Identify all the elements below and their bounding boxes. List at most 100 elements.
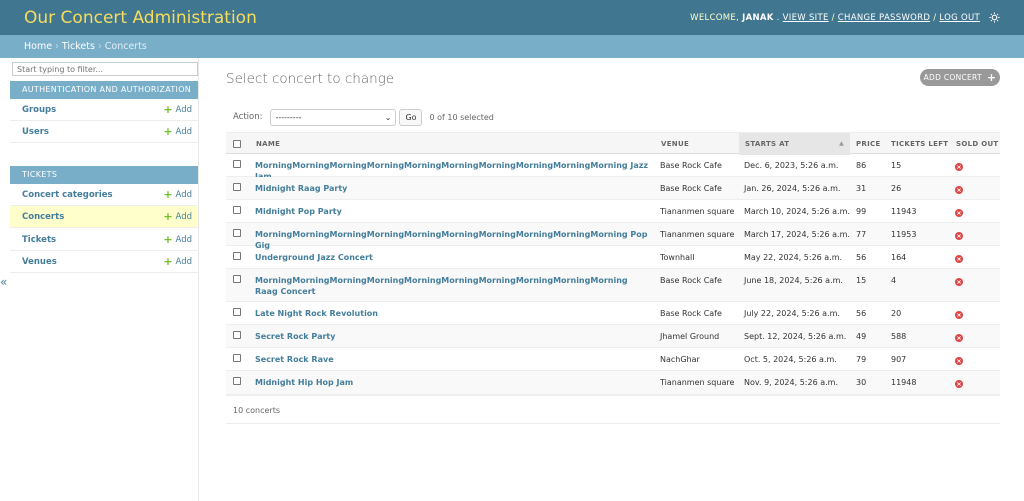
column-header-sold-out[interactable]: SOLD OUT [950, 133, 1000, 155]
breadcrumb-current: Concerts [104, 41, 147, 52]
table-header: NAME VENUE STARTS AT ▲ PRICE TICKETS LEF… [226, 132, 1000, 155]
column-header-price[interactable]: PRICE [850, 133, 885, 155]
row-checkbox[interactable] [233, 308, 241, 316]
app-caption-tickets[interactable]: TICKETS [10, 166, 198, 184]
action-counter: 0 of 10 selected [429, 112, 494, 122]
price-cell: 86 [856, 161, 867, 170]
add-users-link[interactable]: + Add [163, 124, 192, 138]
starts-at-cell: March 17, 2024, 5:26 a.m. [744, 230, 850, 239]
tickets-left-cell: 15 [891, 161, 902, 170]
welcome-text: WELCOME, [690, 12, 740, 23]
row-checkbox[interactable] [233, 229, 241, 237]
price-cell: 99 [856, 207, 867, 216]
action-label: Action: [233, 112, 263, 122]
tickets-left-cell: 907 [891, 355, 907, 364]
venue-cell: NachGhar [660, 355, 700, 364]
concert-name-link[interactable]: Underground Jazz Concert [255, 253, 373, 262]
tickets-left-cell: 26 [891, 184, 902, 193]
chevron-down-icon: ⌄ [384, 112, 392, 122]
row-checkbox[interactable] [233, 252, 241, 260]
sidebar-item-concert-categories: Concert categories + Add [10, 184, 198, 206]
concert-name-link[interactable]: Secret Rock Party [255, 332, 335, 341]
breadcrumb: Home › Tickets › Concerts [0, 35, 1024, 58]
false-icon: × [955, 357, 963, 365]
add-concert-button[interactable]: ADD CONCERT + [920, 69, 1000, 86]
plus-icon: + [163, 209, 173, 223]
user-tools: WELCOME, JANAK. VIEW SITE / CHANGE PASSW… [690, 12, 1000, 23]
breadcrumb-separator: › [97, 41, 102, 52]
add-tickets-link[interactable]: + Add [163, 232, 192, 246]
venue-cell: Townhall [660, 253, 695, 262]
row-checkbox[interactable] [233, 377, 241, 385]
separator: / [831, 12, 835, 23]
sort-ascending-icon[interactable]: ▲ [839, 133, 844, 155]
row-checkbox[interactable] [233, 160, 241, 168]
tickets-left-cell: 11948 [891, 378, 917, 387]
price-cell: 31 [856, 184, 867, 193]
column-header-tickets-left[interactable]: TICKETS LEFT [885, 133, 951, 155]
breadcrumb-separator: › [55, 41, 59, 52]
column-header-starts-at[interactable]: STARTS AT ▲ [739, 133, 850, 155]
tickets-left-cell: 11943 [891, 207, 917, 216]
price-cell: 49 [856, 332, 867, 341]
add-groups-link[interactable]: + Add [163, 102, 192, 116]
theme-toggle-icon[interactable] [989, 12, 1000, 23]
false-icon: × [955, 163, 963, 171]
concert-name-link[interactable]: Midnight Pop Party [255, 207, 342, 216]
venue-cell: Tiananmen square [660, 230, 735, 239]
sidebar-item-label[interactable]: Concerts [22, 212, 64, 222]
row-checkbox[interactable] [233, 354, 241, 362]
breadcrumb-home[interactable]: Home [24, 41, 52, 52]
concert-name-link[interactable]: MorningMorningMorningMorningMorningMorni… [255, 276, 628, 296]
column-header-venue[interactable]: VENUE [655, 133, 739, 155]
starts-at-cell: June 18, 2024, 5:26 a.m. [744, 276, 843, 285]
add-venues-link[interactable]: + Add [163, 254, 192, 268]
sidebar-item-users: Users + Add [10, 121, 198, 143]
app-caption-auth[interactable]: AUTHENTICATION AND AUTHORIZATION [10, 81, 198, 99]
starts-at-cell: Oct. 5, 2024, 5:26 a.m. [744, 355, 837, 364]
breadcrumb-tickets[interactable]: Tickets [62, 41, 95, 52]
page-title: Select concert to change [226, 71, 395, 87]
sidebar-item-label[interactable]: Users [22, 127, 49, 137]
concert-name-link[interactable]: Midnight Raag Party [255, 184, 347, 193]
plus-icon: + [163, 124, 173, 138]
row-checkbox[interactable] [233, 183, 241, 191]
plus-icon: + [163, 102, 173, 116]
price-cell: 79 [856, 355, 867, 364]
column-header-name[interactable]: NAME [250, 133, 656, 155]
false-icon: × [955, 232, 963, 240]
starts-at-cell: Jan. 26, 2024, 5:26 a.m. [744, 184, 841, 193]
plus-icon: + [986, 71, 997, 84]
table-row: Midnight Raag Party Base Rock Cafe Jan. … [226, 177, 1000, 200]
row-checkbox[interactable] [233, 331, 241, 339]
sidebar-item-groups: Groups + Add [10, 99, 198, 121]
sidebar-item-label[interactable]: Concert categories [22, 190, 113, 200]
view-site-link[interactable]: VIEW SITE [783, 13, 829, 23]
table-row: MorningMorningMorningMorningMorningMorni… [226, 223, 1000, 250]
plus-icon: + [163, 254, 173, 268]
sidebar-item-label[interactable]: Tickets [22, 235, 56, 245]
concert-name-link[interactable]: Secret Rock Rave [255, 355, 334, 364]
sidebar-item-label[interactable]: Venues [22, 257, 57, 267]
change-password-link[interactable]: CHANGE PASSWORD [838, 13, 930, 23]
row-checkbox[interactable] [233, 206, 241, 214]
starts-at-cell: Dec. 6, 2023, 5:26 a.m. [744, 161, 839, 170]
tickets-left-cell: 588 [891, 332, 907, 341]
venue-cell: Base Rock Cafe [660, 309, 722, 318]
nav-filter-input[interactable] [12, 62, 198, 76]
add-concert-categories-link[interactable]: + Add [163, 189, 192, 200]
row-checkbox[interactable] [233, 275, 241, 283]
false-icon: × [955, 380, 963, 388]
concert-name-link[interactable]: Late Night Rock Revolution [255, 309, 378, 318]
sidebar-collapse-toggle[interactable]: « [0, 275, 7, 289]
go-button[interactable]: Go [399, 108, 423, 126]
concert-name-link[interactable]: Midnight Hip Hop Jam [255, 378, 353, 387]
log-out-link[interactable]: LOG OUT [939, 13, 980, 23]
plus-icon: + [163, 232, 173, 246]
venue-cell: Base Rock Cafe [660, 161, 722, 170]
action-select[interactable]: --------- ⌄ [270, 108, 397, 126]
add-concerts-link[interactable]: + Add [163, 209, 192, 223]
sidebar-item-label[interactable]: Groups [22, 105, 56, 115]
site-name[interactable]: Our Concert Administration [24, 8, 257, 28]
select-all-checkbox[interactable] [233, 140, 241, 148]
